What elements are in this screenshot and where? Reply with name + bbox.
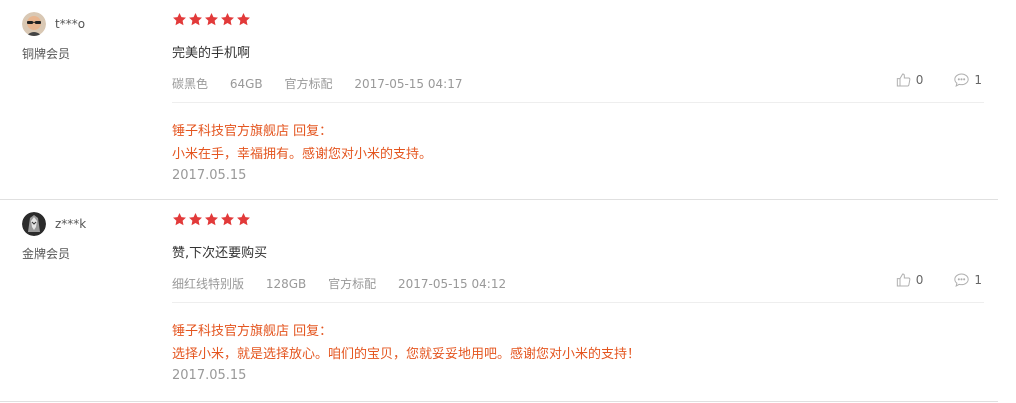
like-button[interactable]: 0 [896, 272, 924, 288]
user-avatar[interactable] [22, 12, 46, 36]
username: z***k [55, 217, 87, 231]
review-meta: 细红线特别版 128GB 官方标配 2017-05-15 04:12 [172, 275, 524, 292]
comment-button[interactable]: 1 [953, 272, 982, 288]
reply-date: 2017.05.15 [172, 368, 247, 383]
comment-icon [954, 73, 970, 87]
product-storage: 64GB [229, 77, 263, 91]
comment-count: 1 [974, 273, 982, 287]
product-storage: 128GB [265, 277, 307, 291]
review-actions: 0 1 [866, 272, 982, 288]
review-meta: 碳黑色 64GB 官方标配 2017-05-15 04:17 [172, 75, 480, 92]
star-icon [221, 212, 234, 226]
seller-reply-header: 锤子科技官方旗舰店 回复： [172, 324, 333, 339]
review-time: 2017-05-15 04:17 [354, 77, 463, 91]
review-time: 2017-05-15 04:12 [397, 277, 507, 291]
star-icon [205, 212, 218, 226]
star-icon [189, 12, 202, 26]
like-button[interactable]: 0 [896, 72, 924, 88]
product-package: 官方标配 [284, 77, 333, 91]
member-level: 金牌会员 [22, 247, 71, 261]
comment-button[interactable]: 1 [953, 72, 982, 88]
username: t***o [55, 17, 86, 31]
star-icon [237, 212, 250, 226]
review-text: 完美的手机啊 [172, 46, 251, 61]
star-icon [221, 12, 234, 26]
seller-reply-text: 小米在手，幸福拥有。感谢您对小米的支持。 [172, 147, 433, 162]
thumbs-up-icon [896, 73, 911, 87]
star-icon [173, 12, 186, 26]
star-rating [172, 12, 251, 27]
star-rating [172, 212, 251, 227]
star-icon [189, 212, 202, 226]
review-item: z***k 金牌会员 赞,下次还要购买 细红线特别版 128GB 官方标配 20… [0, 200, 998, 402]
seller-reply-text: 选择小米，就是选择放心。咱们的宝贝，您就妥妥地用吧。感谢您对小米的支持！ [172, 347, 641, 362]
thumbs-up-icon [896, 273, 911, 287]
product-package: 官方标配 [328, 277, 377, 291]
comment-count: 1 [974, 73, 982, 87]
star-icon [205, 12, 218, 26]
comment-icon [954, 273, 970, 287]
star-icon [237, 12, 250, 26]
star-icon [173, 212, 186, 226]
review-text: 赞,下次还要购买 [172, 246, 268, 261]
like-count: 0 [915, 73, 924, 87]
divider [172, 302, 984, 303]
divider [172, 102, 984, 103]
user-avatar[interactable] [22, 212, 46, 236]
like-count: 0 [915, 273, 924, 287]
product-color: 细红线特别版 [172, 277, 245, 291]
product-color: 碳黑色 [172, 77, 209, 91]
review-actions: 0 1 [866, 72, 982, 88]
member-level: 铜牌会员 [22, 47, 71, 61]
seller-reply-header: 锤子科技官方旗舰店 回复： [172, 124, 333, 139]
reply-date: 2017.05.15 [172, 168, 247, 183]
review-item: t***o 铜牌会员 完美的手机啊 碳黑色 64GB 官方标配 2017-05-… [0, 0, 998, 200]
